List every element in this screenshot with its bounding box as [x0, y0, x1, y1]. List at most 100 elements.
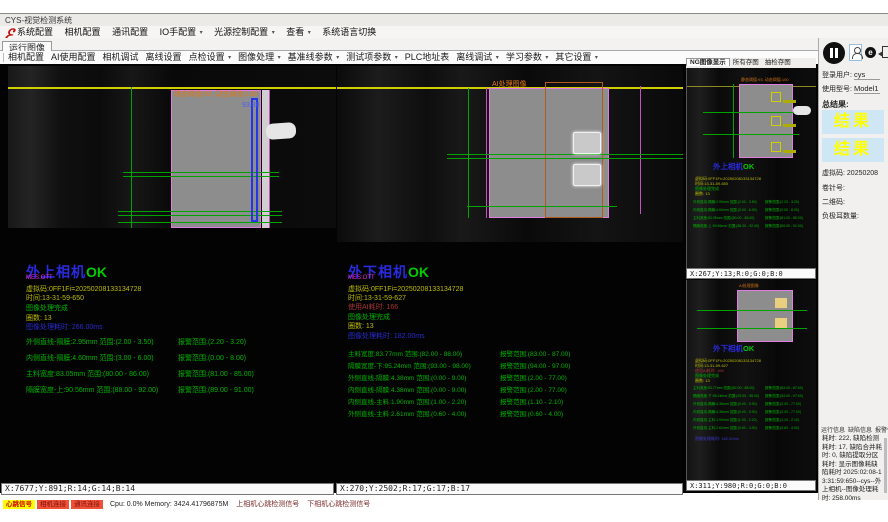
edge-magenta-line [486, 88, 487, 218]
measure-row: 内侧直线-主料:1.90mm 范围:(1.00 - 2.20) [348, 396, 466, 406]
menu-light-config-label: 光源控制配置 [214, 27, 268, 37]
bright-blob [775, 318, 787, 328]
tool-plc-address-table[interactable]: PLC地址表 [405, 51, 450, 64]
threshold-overlay-text: 静态阈值:93, 动态阈值:100 [741, 77, 789, 82]
total-result-label: 总结果: [822, 99, 849, 110]
ai-elapsed-line: 使用AI耗时: 166 [348, 302, 398, 312]
chevron-down-icon: ▾ [545, 55, 548, 61]
alarm-range: 报警范围:(2.00 - 77.00) [765, 402, 801, 407]
tool-other-settings[interactable]: 其它设置 ▾ [555, 51, 598, 65]
detect-yellow-box [771, 142, 781, 152]
thumbnail-upper-camera[interactable]: 静态阈值:93, 动态阈值:100 外上相机OK 虚拟码:0FF1Fi=2025… [686, 68, 816, 268]
tool-camera-config[interactable]: 相机配置 [8, 51, 44, 64]
menu-comm-config[interactable]: 通讯配置 [112, 26, 148, 38]
virtual-code-label: 虚拟码: [822, 170, 845, 177]
tool-spotcheck-settings[interactable]: 点检设置 ▾ [189, 51, 232, 65]
tool-camera-debug[interactable]: 相机调试 [103, 51, 139, 64]
model-value[interactable]: Model1 [854, 84, 880, 94]
menu-language-switch[interactable]: 系统语言切换 [322, 26, 376, 38]
measure-hline [118, 222, 282, 223]
tab-run-info[interactable]: 运行信息 [821, 428, 845, 434]
log-scrollbar[interactable] [884, 438, 887, 493]
pause-button[interactable] [823, 42, 845, 64]
tab-save-all-images[interactable]: 所有存图 [730, 59, 762, 66]
alarm-range: 报警范围:(94.00 - 97.00) [765, 394, 803, 399]
tab-defect-info[interactable]: 缺陷信息 [848, 428, 872, 434]
camera-result-title: 外下相机OK [713, 346, 754, 352]
tab-alarm-info[interactable]: 报警信息 [875, 428, 888, 434]
tool-spotcheck-settings-label: 点检设置 [189, 52, 225, 62]
chevron-down-icon: ▾ [278, 55, 281, 61]
cycle-count-line: 圈数: 13 [695, 191, 710, 196]
alarm-range: 报警范围:(2.00 - 77.00) [765, 410, 801, 415]
measure-row: 外侧直线-隔膜:4.38mm 范围:(0.00 - 9.00) [348, 372, 466, 382]
alarm-range: 报警范围:(1.10 - 2.10) [765, 418, 799, 423]
product-region-overlay [171, 90, 261, 228]
tool-testitem-params[interactable]: 测试项参数 ▾ [346, 51, 398, 65]
upper-camera-heartbeat-text: 上相机心跳检测信号 [236, 501, 299, 508]
runtime-log-text: 耗时: 222, 缺陷检测耗时: 17, 缺陷合并耗时: 0, 缺陷提取分区耗时… [822, 435, 883, 503]
tool-offline-settings[interactable]: 离线设置 [146, 51, 182, 64]
menu-view-label: 查看 [286, 27, 304, 37]
tab-strip: 运行图像 [0, 38, 888, 51]
user-login-button[interactable] [849, 44, 862, 61]
alarm-range: 报警范围:(2.20 - 3.20) [178, 337, 246, 347]
process-done-line: 图像处理完成 [26, 303, 68, 313]
tool-learning-params[interactable]: 学习参数 ▾ [506, 51, 549, 65]
elapsed-line: 图像处理耗时: 182.00ms [348, 331, 425, 341]
alarm-range: 报警范围:(89.00 - 91.00) [765, 224, 803, 229]
menu-system-config[interactable]: 系统配置 [17, 26, 53, 38]
edge-strip [262, 90, 269, 228]
anode-tab-count-field: 负极耳数量: [822, 211, 859, 221]
camera-result-title: 外上相机OK [713, 164, 754, 170]
history-thumbnail-column: NG图像显示所有存图抽检存图 静态阈值:93, 动态阈值:100 外上相机OK … [686, 58, 816, 491]
winding-pin-field: 卷针号: [822, 183, 845, 193]
tab-sample-save-images[interactable]: 抽检存图 [762, 59, 794, 66]
measure-row: 外侧直线-主料:2.61mm 范围:(0.60 - 4.00) [348, 408, 466, 418]
menu-io-config-label: IO手配置 [160, 27, 197, 37]
camera-view-upper[interactable]: 静态阈值:93, 动态阈值:100 93.88 [8, 66, 336, 228]
tool-baseline-params[interactable]: 基准线参数 ▾ [288, 51, 340, 65]
tool-ai-usage-config[interactable]: AI使用配置 [51, 51, 96, 64]
login-user-label: 登录用户: [822, 72, 852, 79]
app-window: CYS-视觉检测系统 系统配置 相机配置 通讯配置 IO手配置 ▾ 光源控制配置… [0, 0, 888, 522]
tool-offline-debug[interactable]: 离线调试 ▾ [456, 51, 499, 65]
chevron-down-icon: ▾ [496, 55, 499, 61]
baseline-yellow-line [8, 87, 336, 89]
menu-camera-config[interactable]: 相机配置 [65, 26, 101, 38]
window-titlebar: CYS-视觉检测系统 [0, 13, 888, 26]
chevron-down-icon: ▾ [200, 30, 203, 36]
user-icon [852, 53, 863, 59]
tab-connector-blob [793, 106, 811, 115]
thumbnail-lower-camera[interactable]: AI处理图像 外下相机OK 虚拟码:0FF1Fi=202502081331347… [686, 280, 816, 480]
cpu-memory-text: Cpu: 0.0% Memory: 3424.41796875M [110, 501, 228, 508]
measure-row: 外侧直线-主料:2.61mm 范围:(0.60 - 4.00) [693, 426, 757, 431]
measure-row: 隔膜宽度-下:95.24mm 范围:(93.00 - 98.00) [693, 394, 759, 399]
login-user-value[interactable]: cys [854, 70, 880, 80]
exit-button[interactable] [878, 45, 888, 61]
measure-row: 外侧直线-隔膜:4.38mm 范围:(0.00 - 9.00) [693, 402, 757, 407]
result-panel-lower: 外下相机OK MES:OTT 虚拟码:0FF1Fi=20250208133134… [348, 262, 678, 482]
alarm-range: 报警范围:(0.60 - 4.00) [500, 408, 563, 418]
tool-image-processing[interactable]: 图像处理 ▾ [238, 51, 281, 65]
measure-row: 隔膜宽度-上:90.56mm 范围:(88.00 - 92.00) [26, 385, 158, 395]
pause-icon [830, 48, 833, 58]
camera-view-lower[interactable]: AI处理图像 [337, 66, 683, 242]
heartbeat-status-badge: 心跳信号 [3, 500, 35, 509]
alarm-range: 报警范围:(1.10 - 2.10) [500, 396, 563, 406]
measure-row: 主料宽度:83.05mm 范围:(80.00 - 86.00) [693, 216, 754, 221]
tool-other-settings-label: 其它设置 [555, 52, 591, 62]
tool-offline-debug-label: 离线调试 [456, 52, 492, 62]
measure-hline [697, 310, 807, 311]
elapsed-line: 图像处理耗时: 266.00ms [26, 322, 103, 332]
model-label: 使用型号: [822, 86, 852, 93]
info-button[interactable]: e [865, 47, 876, 58]
measure-hline [447, 158, 683, 159]
cycle-count-line: 圈数: 13 [695, 378, 710, 383]
alarm-range: 报警范围:(83.00 - 87.00) [765, 386, 803, 391]
threshold-overlay-text: 静态阈值:93, 动态阈值:100 [174, 89, 257, 99]
result-block-lower: 结果 [822, 138, 884, 162]
tab-ng-image-display[interactable]: NG图像显示 [686, 58, 730, 66]
camera-name-lower: 外下相机 [713, 344, 743, 353]
measure-row: 内侧直线-隔膜:4.60mm 范围:(3.00 - 6.00) [26, 353, 154, 363]
